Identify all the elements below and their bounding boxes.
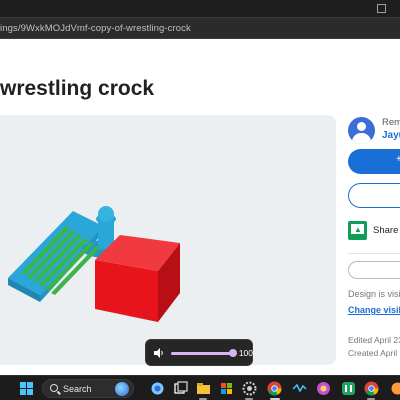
design-sidebar: Rem Jayu + ▲ Share t Design is visib Cha… bbox=[340, 115, 400, 375]
created-date: Created April 1 bbox=[348, 348, 400, 358]
address-bar-url[interactable]: ings/9WxkMOJdVmf-copy-of-wrestling-crock bbox=[0, 23, 191, 34]
volume-slider-thumb[interactable] bbox=[229, 349, 237, 357]
app-icon[interactable] bbox=[314, 379, 333, 398]
author-link[interactable]: Jayu bbox=[382, 130, 400, 141]
tertiary-action-button[interactable] bbox=[348, 261, 400, 279]
share-classroom-label[interactable]: Share t bbox=[373, 225, 400, 236]
remix-label: Rem bbox=[382, 117, 400, 128]
classroom-arrow-icon: ▲ bbox=[354, 225, 362, 234]
3d-model-viewer[interactable] bbox=[0, 115, 336, 365]
secondary-action-button[interactable] bbox=[348, 183, 400, 208]
edited-date: Edited April 23 bbox=[348, 335, 400, 345]
taskbar-search-box[interactable]: Search bbox=[42, 379, 134, 398]
change-visibility-link[interactable]: Change visibil bbox=[348, 305, 400, 315]
file-explorer-icon[interactable] bbox=[194, 379, 213, 398]
visibility-status: Design is visib bbox=[348, 289, 400, 299]
chrome-icon[interactable] bbox=[265, 379, 284, 398]
volume-slider-track[interactable] bbox=[171, 352, 233, 355]
copilot-icon[interactable] bbox=[148, 379, 167, 398]
avatar[interactable] bbox=[348, 117, 375, 144]
volume-level: 100 bbox=[238, 348, 253, 358]
google-classroom-icon[interactable]: ▲ bbox=[348, 221, 367, 240]
app-icon[interactable] bbox=[339, 379, 358, 398]
store-icon[interactable] bbox=[217, 379, 236, 398]
avatar-body bbox=[352, 133, 371, 144]
page-content: wrestling crock Rem Jay + ▲ Share Design… bbox=[0, 39, 400, 375]
window-top-strip bbox=[0, 0, 400, 16]
copilot-icon bbox=[115, 382, 129, 396]
speaker-icon[interactable] bbox=[153, 347, 165, 359]
volume-flyout: 100 bbox=[145, 339, 253, 366]
address-bar[interactable]: ings/9WxkMOJdVmf-copy-of-wrestling-crock bbox=[0, 17, 400, 39]
search-label: Search bbox=[63, 384, 92, 394]
3d-model-render bbox=[8, 206, 180, 322]
search-icon bbox=[50, 384, 58, 392]
primary-action-button[interactable]: + bbox=[348, 149, 400, 174]
taskbar: Search bbox=[0, 375, 400, 400]
primary-action-icon: + bbox=[396, 154, 400, 165]
app-icon[interactable] bbox=[290, 379, 309, 398]
knob-top bbox=[98, 206, 114, 222]
maximize-icon[interactable] bbox=[377, 4, 386, 13]
chrome-icon[interactable] bbox=[362, 379, 381, 398]
avatar-head bbox=[357, 122, 366, 131]
task-view-icon[interactable] bbox=[171, 379, 190, 398]
windows-start-icon[interactable] bbox=[17, 379, 36, 398]
divider bbox=[348, 253, 400, 254]
settings-icon[interactable] bbox=[240, 379, 259, 398]
app-icon[interactable] bbox=[386, 379, 400, 398]
design-title: wrestling crock bbox=[0, 77, 155, 100]
